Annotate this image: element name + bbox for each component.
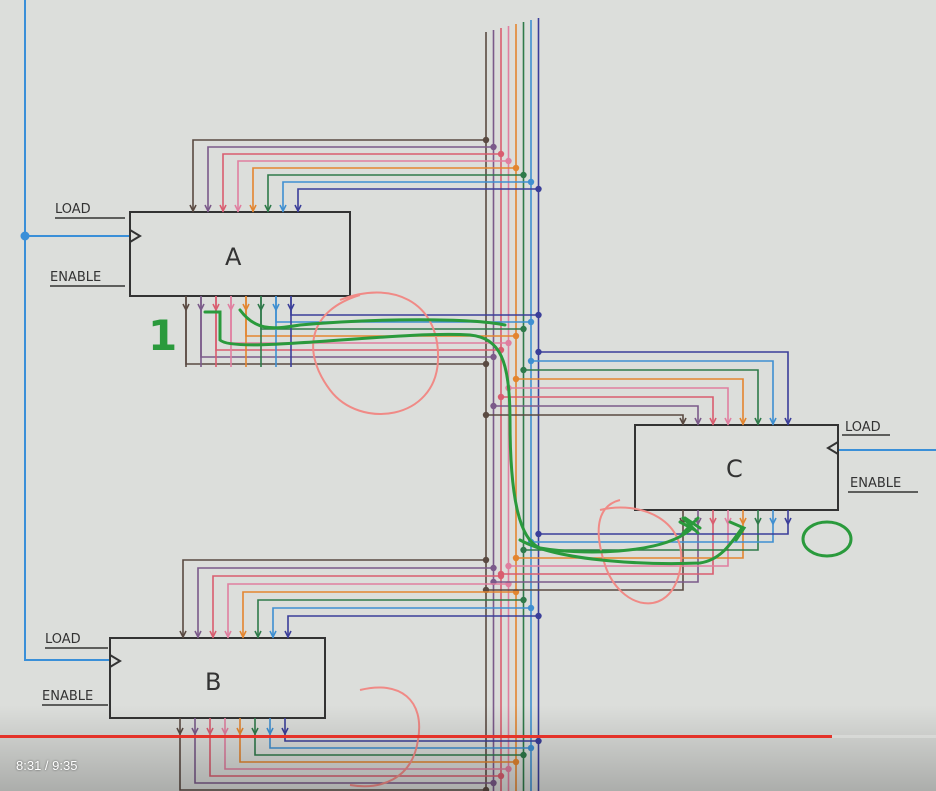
wire: [222, 153, 501, 212]
diagram-canvas: A LOAD ENABLE B LOAD ENABLE C LOAD ENABL…: [0, 0, 936, 791]
data-path-annotation: [203, 308, 747, 566]
wire: [179, 718, 486, 791]
register-c-label: C: [726, 455, 743, 483]
highlight-circles: [312, 291, 683, 788]
bit-value-0-text: 0: [0, 0, 1, 1]
wire: [297, 188, 539, 212]
register-wiring: [176, 139, 792, 791]
wire: [192, 139, 486, 212]
progress-bar[interactable]: [0, 735, 936, 738]
bit-value-1: 1: [148, 311, 177, 360]
register-b: B LOAD ENABLE: [42, 632, 326, 719]
progress-played: [0, 735, 833, 738]
register-a: A LOAD ENABLE: [50, 202, 351, 297]
wire: [212, 575, 501, 638]
register-a-enable-label: ENABLE: [50, 270, 101, 285]
register-c-load-label: LOAD: [845, 420, 881, 435]
wire: [242, 591, 516, 638]
register-b-enable-label: ENABLE: [42, 689, 93, 704]
wire: [516, 378, 744, 425]
time-display: 8:31 / 9:35: [16, 758, 78, 773]
register-a-load-label: LOAD: [55, 202, 91, 217]
wire: [245, 296, 516, 337]
wire: [523, 510, 759, 551]
register-a-label: A: [225, 243, 242, 271]
wire: [272, 607, 531, 638]
wire: [538, 510, 789, 535]
wire: [200, 296, 494, 358]
wire: [269, 718, 531, 749]
register-c: C LOAD ENABLE: [634, 420, 918, 511]
wire: [209, 718, 501, 777]
wire: [267, 174, 524, 212]
bit-value-0: [801, 520, 853, 558]
wire: [207, 146, 494, 212]
wire: [257, 599, 524, 638]
register-c-enable-label: ENABLE: [850, 476, 901, 491]
register-b-label: B: [205, 668, 221, 696]
video-player[interactable]: A LOAD ENABLE B LOAD ENABLE C LOAD ENABL…: [0, 0, 936, 791]
register-b-load-label: LOAD: [45, 632, 81, 647]
